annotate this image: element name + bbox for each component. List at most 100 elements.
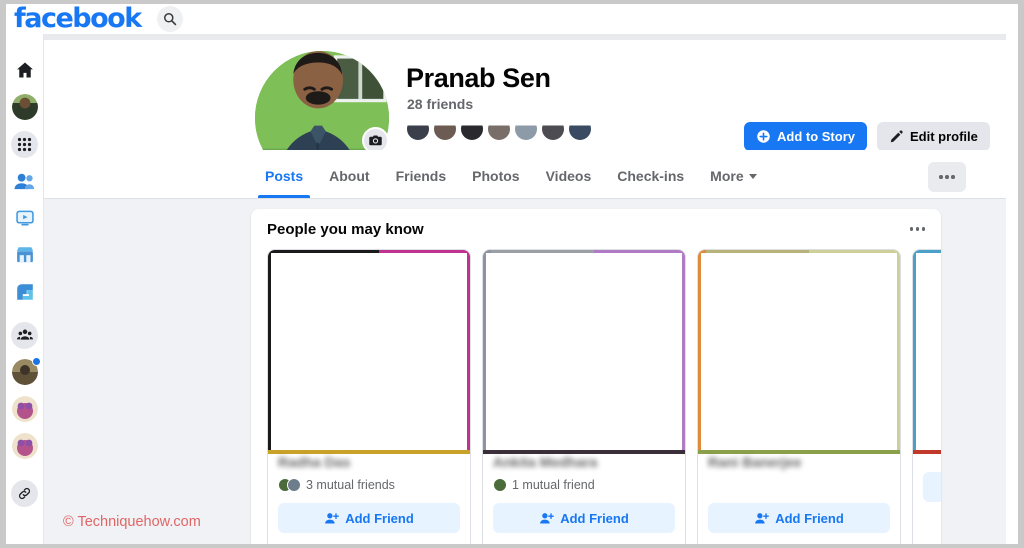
friend-thumbnail[interactable] — [514, 117, 538, 141]
mutual-friend-avatars — [493, 478, 507, 492]
sidebar-shortcut-1[interactable] — [11, 357, 41, 386]
mutual-friends-label: 1 mutual friend — [512, 478, 595, 492]
sidebar-item-marketplace[interactable] — [11, 241, 39, 269]
left-sidebar-rail — [6, 34, 44, 544]
friend-thumbnail[interactable] — [541, 117, 565, 141]
search-icon — [163, 13, 176, 26]
add-to-story-button[interactable]: Add to Story — [744, 122, 867, 151]
friend-thumbnail[interactable] — [433, 117, 457, 141]
profile-avatar-icon — [11, 94, 38, 120]
avatar — [493, 478, 507, 492]
sidebar-shortcut-2[interactable] — [11, 395, 39, 423]
top-navigation-bar: facebook — [6, 4, 1018, 34]
groups-icon — [11, 321, 38, 349]
marketplace-store-icon — [16, 247, 33, 263]
add-friend-button[interactable]: Add Friend — [708, 503, 890, 533]
pymk-card-body: Ankita Medhara 1 mutual friend Add Friend — [483, 454, 685, 544]
tab-more[interactable]: More — [697, 168, 769, 198]
pymk-card-body: Rani Banerjee Add Friend — [698, 454, 900, 544]
link-chain-icon — [11, 479, 38, 507]
sidebar-item-groups[interactable] — [11, 321, 39, 349]
add-friend-label: Add Friend — [345, 510, 414, 526]
tab-posts-label: Posts — [265, 168, 304, 184]
pymk-card-photo[interactable] — [913, 250, 941, 454]
tab-check-ins[interactable]: Check-ins — [604, 168, 697, 198]
avatar-icon — [11, 433, 38, 459]
pymk-card-list: Radha Das 3 mutual friends Add Friend Ankit… — [251, 249, 941, 544]
friend-thumbnail[interactable] — [568, 117, 592, 141]
tab-check-ins-label: Check-ins — [617, 168, 685, 184]
friend-thumbnail[interactable] — [487, 117, 511, 141]
pymk-card-name[interactable]: Ankita Medhara — [493, 455, 675, 470]
facebook-logo[interactable]: facebook — [14, 5, 142, 32]
redaction-overlay — [916, 253, 941, 451]
pymk-card[interactable]: Ankita Medhara 1 mutual friend Add Friend — [482, 249, 686, 544]
sidebar-item-menu[interactable] — [11, 130, 39, 158]
pymk-card-name[interactable]: Rani Banerjee — [708, 455, 890, 470]
pymk-card-photo[interactable] — [268, 250, 470, 454]
pymk-card-photo[interactable] — [483, 250, 685, 454]
sidebar-item-watch[interactable] — [11, 204, 39, 232]
mutual-friends-label: 3 mutual friends — [306, 478, 395, 492]
pymk-menu-button[interactable] — [909, 227, 925, 231]
friend-count[interactable]: 28 friends — [407, 96, 473, 112]
add-friend-button[interactable]: Add Friend — [493, 503, 675, 533]
sidebar-shortcut-3[interactable] — [11, 432, 39, 460]
pymk-title: People you may know — [267, 220, 424, 238]
photo-edge-band — [698, 450, 900, 454]
avatar-icon — [11, 396, 38, 422]
pymk-mutual-friends — [708, 477, 890, 493]
sidebar-item-friends[interactable] — [11, 167, 39, 195]
tab-about-label: About — [329, 168, 370, 184]
video-watch-icon — [15, 210, 34, 226]
search-button[interactable] — [156, 6, 183, 32]
pymk-card[interactable]: Rani Banerjee Add Friend — [697, 249, 901, 544]
tab-videos-label: Videos — [545, 168, 592, 184]
home-icon — [16, 62, 33, 78]
tab-more-label: More — [710, 168, 744, 184]
pymk-card-photo[interactable] — [698, 250, 900, 454]
tab-friends[interactable]: Friends — [383, 168, 460, 198]
avatar — [287, 478, 301, 492]
friend-thumbnail[interactable] — [460, 117, 484, 141]
redaction-overlay — [486, 253, 682, 451]
tab-posts[interactable]: Posts — [252, 168, 316, 198]
add-friend-icon — [540, 512, 555, 523]
friend-thumbnail[interactable] — [406, 117, 430, 141]
watermark: © Techniquehow.com — [63, 514, 201, 530]
profile-tabs: Posts About Friends Photos Videos Check-… — [44, 150, 1018, 199]
tab-about[interactable]: About — [316, 168, 382, 198]
notification-badge — [31, 357, 41, 366]
add-friend-label: Add Friend — [775, 510, 844, 526]
sidebar-item-gaming[interactable] — [11, 278, 39, 306]
add-friend-button[interactable] — [923, 472, 941, 502]
grid-menu-icon — [11, 130, 38, 158]
profile-more-options-button[interactable] — [928, 162, 966, 192]
edit-profile-button[interactable]: Edit profile — [877, 122, 990, 151]
redaction-overlay — [271, 253, 467, 451]
edit-profile-label: Edit profile — [910, 129, 978, 144]
tab-videos[interactable]: Videos — [533, 168, 605, 198]
tab-photos[interactable]: Photos — [459, 168, 532, 198]
pymk-card[interactable] — [912, 249, 941, 544]
friend-thumbnails[interactable] — [406, 117, 614, 154]
people-you-may-know-card: People you may know Radha Das 3 mutual fr… — [251, 209, 941, 544]
add-friend-icon — [325, 512, 340, 523]
sidebar-item-profile[interactable] — [11, 93, 39, 121]
photo-edge-band — [913, 450, 941, 454]
sidebar-item-home[interactable] — [11, 56, 39, 84]
cover-photo-strip — [44, 34, 1018, 40]
pymk-card-name[interactable]: Radha Das — [278, 455, 460, 470]
gaming-icon — [16, 284, 33, 300]
tab-photos-label: Photos — [472, 168, 520, 184]
facebook-profile-screen: facebook Pranab Sen 28 friends Add to St… — [0, 0, 1024, 548]
add-friend-label: Add Friend — [560, 510, 629, 526]
redaction-overlay — [701, 253, 897, 451]
plus-circle-icon — [757, 130, 770, 143]
sidebar-item-link[interactable] — [11, 479, 39, 507]
add-friend-button[interactable]: Add Friend — [278, 503, 460, 533]
pencil-icon — [890, 130, 903, 143]
pymk-card[interactable]: Radha Das 3 mutual friends Add Friend — [267, 249, 471, 544]
add-friend-icon — [755, 512, 770, 523]
pymk-mutual-friends: 3 mutual friends — [278, 477, 460, 493]
